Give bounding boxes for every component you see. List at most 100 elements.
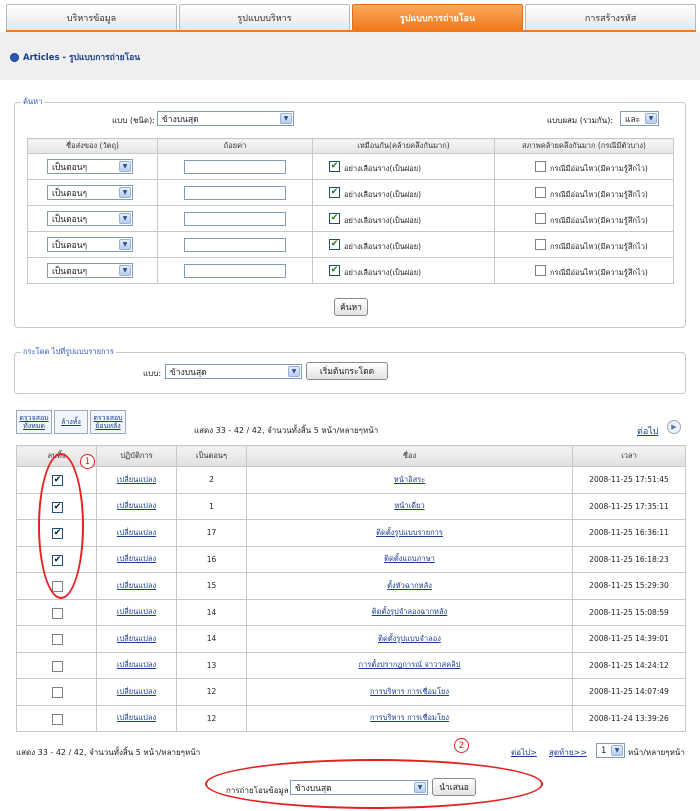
edit-link[interactable]: เปลี่ยนแปลง	[117, 581, 156, 590]
chevron-down-icon: ▼	[280, 113, 292, 124]
clear-all-link[interactable]: ล้างทั้ง	[54, 410, 88, 434]
edit-link[interactable]: เปลี่ยนแปลง	[117, 634, 156, 643]
sequence-cell: 13	[176, 651, 247, 679]
edit-link[interactable]: เปลี่ยนแปลง	[117, 607, 156, 616]
name-link[interactable]: ติดตั้งรูปแบบรายการ	[376, 528, 443, 537]
name-cell: การบริหาร การเชื่อมโยง	[246, 704, 573, 732]
col-action: ปฏิบัติการ	[96, 445, 177, 467]
name-link[interactable]: หน้าอิสระ	[394, 475, 425, 484]
search-col-field: ชื่อส่งของ (วัตถุ)	[27, 138, 158, 154]
main-tabs: บริหารข้อมูล รูปแบบบริหาร รูปแบบการถ่ายโ…	[6, 4, 696, 30]
time-cell: 2008-11-25 14:07:49	[572, 678, 686, 706]
next-link-top[interactable]: ต่อไป	[637, 424, 659, 438]
next-arrow-icon[interactable]: ▶	[667, 420, 681, 434]
case-label: กรณีมีอ่อนไหว(มีความรู้สึกไว)	[550, 164, 648, 173]
action-cell: เปลี่ยนแปลง	[96, 678, 177, 706]
name-cell: ติดตั้งรูปแบบจำลอง	[246, 625, 573, 653]
results-table: ลบทิ้ง ปฏิบัติการ เป็นตอนๆ ชื่อง เวลา ✔ เ…	[16, 445, 686, 732]
edit-link[interactable]: เปลี่ยนแปลง	[117, 528, 156, 537]
check-all-link[interactable]: ตรวจสอบทั้งหมด	[16, 410, 52, 434]
like-checkbox[interactable]: ✔	[329, 213, 340, 224]
action-cell: เปลี่ยนแปลง	[96, 545, 177, 573]
value-input[interactable]	[184, 212, 286, 226]
sequence-cell: 12	[176, 678, 247, 706]
table-row: เปลี่ยนแปลง 14 ติดตั้งรูปจำลองฉากหลัง 2008-…	[16, 598, 686, 626]
name-link[interactable]: การบริหาร การเชื่อมโยง	[370, 713, 449, 722]
check-reverse-link[interactable]: ตรวจสอบย้อนหลัง	[90, 410, 126, 434]
tab-code-creation[interactable]: การสร้างรหัส	[525, 4, 696, 30]
sequence-cell: 16	[176, 545, 247, 573]
delete-checkbox[interactable]	[52, 607, 63, 619]
page-select[interactable]: 1 ▼	[596, 743, 625, 758]
search-case-cell: กรณีมีอ่อนไหว(มีความรู้สึกไว)	[494, 153, 674, 180]
value-input[interactable]	[184, 186, 286, 200]
case-checkbox[interactable]	[535, 239, 546, 250]
field-select[interactable]: เป็นตอนๆ ▼	[47, 185, 133, 200]
action-cell: เปลี่ยนแปลง	[96, 492, 177, 520]
value-input[interactable]	[184, 160, 286, 174]
edit-link[interactable]: เปลี่ยนแปลง	[117, 713, 156, 722]
like-checkbox[interactable]: ✔	[329, 239, 340, 250]
field-select[interactable]: เป็นตอนๆ ▼	[47, 263, 133, 278]
like-label: อย่างเลือนราง(เป็นฝอย)	[344, 164, 422, 173]
edit-link[interactable]: เปลี่ยนแปลง	[117, 554, 156, 563]
name-link[interactable]: หน้าเดี่ยว	[394, 501, 424, 510]
edit-link[interactable]: เปลี่ยนแปลง	[117, 687, 156, 696]
name-link[interactable]: การบริหาร การเชื่อมโยง	[370, 687, 449, 696]
edit-link[interactable]: เปลี่ยนแปลง	[117, 501, 156, 510]
action-cell: เปลี่ยนแปลง	[96, 704, 177, 732]
name-link[interactable]: ติดตั้งรูปจำลองฉากหลัง	[372, 607, 448, 616]
pager-text-bottom: แสดง 33 - 42 / 42, จำนวนทั้งสิ้น 5 หน้า/…	[16, 748, 201, 757]
case-checkbox[interactable]	[535, 265, 546, 276]
type-label: แบบ (ชนิด):	[112, 116, 155, 125]
action-cell: เปลี่ยนแปลง	[96, 651, 177, 679]
search-button[interactable]: ค้นหา	[334, 298, 368, 316]
time-cell: 2008-11-25 14:39:01	[572, 625, 686, 653]
field-select[interactable]: เป็นตอนๆ ▼	[47, 159, 133, 174]
field-select-value: เป็นตอนๆ	[52, 214, 88, 225]
jump-button[interactable]: เริ่มต้นกระโดด	[306, 362, 388, 380]
search-field-cell: เป็นตอนๆ ▼	[27, 231, 158, 258]
edit-link[interactable]: เปลี่ยนแปลง	[117, 475, 156, 484]
case-checkbox[interactable]	[535, 187, 546, 198]
delete-checkbox[interactable]	[52, 713, 63, 725]
name-link[interactable]: การตั้งปรากฏการณ์ จาวาสคลิป	[359, 660, 461, 669]
delete-checkbox[interactable]	[52, 634, 63, 645]
jump-label: แบบ:	[143, 369, 162, 378]
last-link-bottom[interactable]: สุดท้าย>>	[549, 746, 587, 759]
value-input[interactable]	[184, 238, 286, 252]
tab-admin-style[interactable]: รูปแบบบริหาร	[179, 4, 350, 30]
type-select[interactable]: ข้างบนสุด ▼	[157, 111, 294, 126]
like-checkbox[interactable]: ✔	[329, 187, 340, 198]
case-checkbox[interactable]	[535, 161, 546, 172]
like-checkbox[interactable]: ✔	[329, 161, 340, 172]
name-link[interactable]: ติดตั้งรูปแบบจำลอง	[378, 634, 441, 643]
like-checkbox[interactable]: ✔	[329, 265, 340, 276]
field-select[interactable]: เป็นตอนๆ ▼	[47, 237, 133, 252]
search-like-cell: ✔ อย่างเลือนราง(เป็นฝอย)	[312, 205, 495, 232]
table-row: ✔ เปลี่ยนแปลง 17 ติดตั้งรูปแบบรายการ 2008-11…	[16, 519, 686, 547]
table-row: เปลี่ยนแปลง 15 ตั้งหัวฉากหลัง 2008-11-25 15…	[16, 572, 686, 600]
next-link-bottom[interactable]: ต่อไป>	[511, 746, 537, 759]
annotation-badge-1: 1	[80, 454, 95, 469]
edit-link[interactable]: เปลี่ยนแปลง	[117, 660, 156, 669]
delete-checkbox[interactable]	[52, 660, 63, 672]
delete-checkbox[interactable]	[52, 687, 63, 698]
name-link[interactable]: ติดตั้งแถบภาษา	[384, 554, 435, 563]
name-cell: ติดตั้งแถบภาษา	[246, 545, 573, 573]
jump-select[interactable]: ข้างบนสุด ▼	[165, 364, 302, 379]
tab-data-management[interactable]: บริหารข้อมูล	[6, 4, 177, 30]
search-case-cell: กรณีมีอ่อนไหว(มีความรู้สึกไว)	[494, 179, 674, 206]
col-name: ชื่อง	[246, 445, 573, 467]
annotation-oval-1	[38, 453, 84, 599]
combine-select[interactable]: และ ▼	[620, 111, 659, 126]
tab-transfer-style[interactable]: รูปแบบการถ่ายโอน	[352, 4, 523, 30]
value-input[interactable]	[184, 264, 286, 278]
case-checkbox[interactable]	[535, 213, 546, 224]
name-cell: ติดตั้งรูปจำลองฉากหลัง	[246, 598, 573, 626]
table-row: เปลี่ยนแปลง 13 การตั้งปรากฏการณ์ จาวาสคลิป…	[16, 651, 686, 679]
like-label: อย่างเลือนราง(เป็นฝอย)	[344, 242, 422, 251]
name-link[interactable]: ตั้งหัวฉากหลัง	[387, 581, 432, 590]
field-select[interactable]: เป็นตอนๆ ▼	[47, 211, 133, 226]
time-cell: 2008-11-25 17:35:11	[572, 492, 686, 520]
